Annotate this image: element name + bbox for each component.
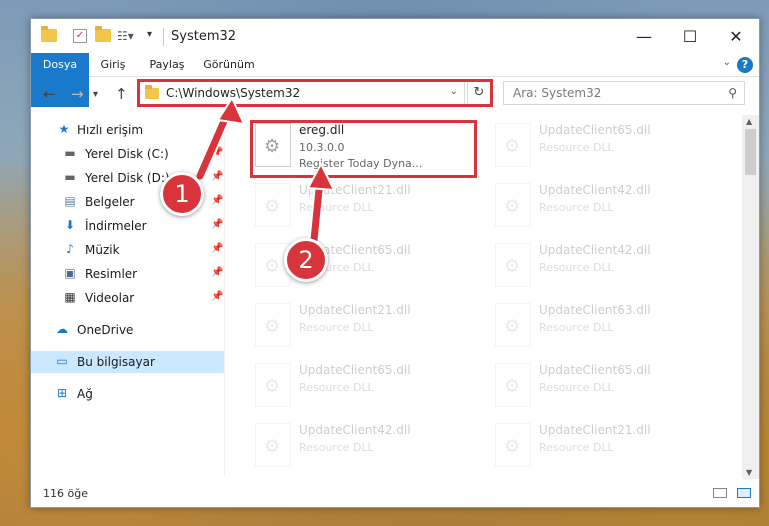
- callout-arrows: [194, 95, 336, 246]
- callout-badge-2: 2: [284, 238, 328, 282]
- callout-badge-1: 1: [160, 172, 204, 216]
